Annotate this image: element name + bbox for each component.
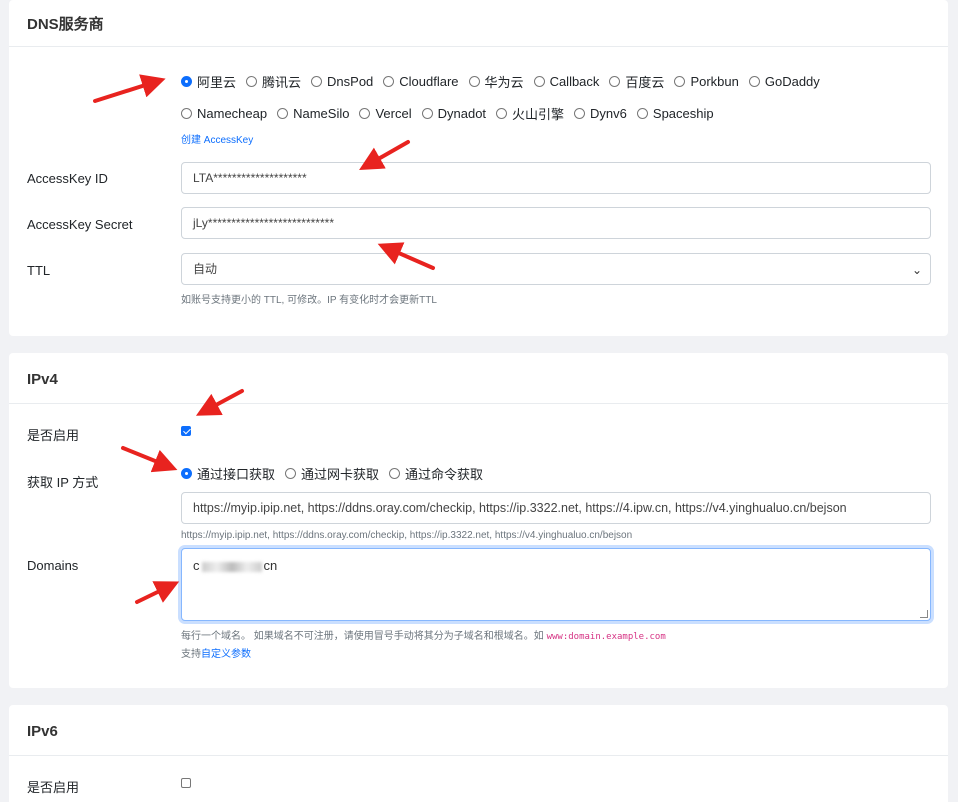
domains-help-text: 每行一个域名。 如果域名不可注册，请使用冒号手动将其分为子域名和根域名。如: [181, 631, 544, 642]
provider-label: 腾讯云: [262, 74, 302, 90]
radio-button[interactable]: [609, 75, 621, 87]
accesskey-id-input[interactable]: LTA********************: [181, 162, 931, 194]
provider-option[interactable]: Spaceship: [636, 105, 714, 121]
provider-option[interactable]: 火山引擎: [496, 104, 564, 123]
radio-button[interactable]: [285, 467, 297, 479]
domains-help-code: www:domain.example.com: [546, 632, 666, 642]
provider-label: GoDaddy: [764, 73, 820, 89]
domains-text-suffix: cn: [263, 558, 278, 573]
ipv4-method-label: 通过命令获取: [405, 466, 484, 482]
provider-option[interactable]: Dynv6: [574, 106, 627, 121]
radio-button[interactable]: [674, 75, 686, 87]
radio-button[interactable]: [421, 107, 433, 119]
radio-button[interactable]: [311, 75, 323, 87]
ttl-help: 如账号支持更小的 TTL, 可修改。IP 有变化时才会更新TTL: [181, 295, 437, 306]
provider-label: Vercel: [375, 105, 412, 121]
provider-radio-group: 阿里云 腾讯云 DnsPod Cloudflare 华为云 Callback 百度云 Pork…: [181, 71, 931, 148]
provider-row-2: Namecheap NameSilo Vercel Dynadot 火山引擎 Dynv6 S…: [181, 103, 931, 123]
radio-button[interactable]: [636, 107, 648, 119]
radio-button[interactable]: [574, 107, 586, 119]
provider-label: 华为云: [484, 74, 524, 90]
chevron-down-icon: ⌄: [911, 263, 922, 277]
radio-button[interactable]: [359, 107, 371, 119]
ipv4-card-title: IPv4: [9, 353, 948, 404]
domains-label: Domains: [27, 558, 79, 573]
radio-button[interactable]: [389, 467, 401, 479]
provider-option[interactable]: Namecheap: [181, 106, 267, 121]
ipv6-enabled-label: 是否启用: [27, 780, 80, 795]
provider-label: DnsPod: [327, 73, 374, 89]
radio-button[interactable]: [468, 75, 480, 87]
custom-params-line: 支持自定义参数: [181, 645, 931, 660]
provider-option[interactable]: NameSilo: [277, 106, 349, 121]
provider-label: Cloudflare: [399, 73, 459, 89]
provider-label: 百度云: [625, 74, 665, 90]
provider-label: 火山引擎: [512, 106, 565, 122]
provider-option[interactable]: Porkbun: [674, 73, 739, 89]
custom-params-prefix: 支持: [181, 649, 201, 660]
provider-label: Spaceship: [652, 105, 714, 121]
provider-label: Dynadot: [437, 105, 487, 121]
ipv6-card-title: IPv6: [9, 705, 948, 756]
ipv6-enabled-checkbox[interactable]: [181, 778, 191, 788]
radio-button[interactable]: [181, 75, 192, 87]
radio-button[interactable]: [181, 467, 192, 479]
ipv4-method-label: 通过接口获取: [197, 466, 276, 482]
radio-button[interactable]: [748, 75, 760, 87]
ipv4-method-label: 通过网卡获取: [301, 466, 380, 482]
provider-option[interactable]: 腾讯云: [246, 72, 301, 91]
provider-option[interactable]: Callback: [533, 73, 600, 89]
domains-help: 每行一个域名。 如果域名不可注册，请使用冒号手动将其分为子域名和根域名。如 ww…: [181, 627, 931, 642]
provider-label: 阿里云: [197, 74, 237, 90]
accesskey-id-label: AccessKey ID: [27, 171, 108, 186]
ipv6-card: IPv6 是否启用: [9, 705, 948, 802]
provider-row-1: 阿里云 腾讯云 DnsPod Cloudflare 华为云 Callback 百度云 Pork…: [181, 71, 931, 91]
ttl-label: TTL: [27, 263, 51, 278]
domains-text-prefix: c: [193, 558, 200, 573]
create-accesskey-link[interactable]: 创建 AccessKey: [181, 135, 253, 146]
ipv4-method-option[interactable]: 通过命令获取: [389, 464, 483, 483]
dns-card: DNS服务商 阿里云 腾讯云 DnsPod Cloudflare 华为云 Callback…: [9, 0, 948, 336]
provider-option[interactable]: 阿里云: [181, 72, 236, 91]
ipv4-enabled-checkbox[interactable]: [181, 426, 191, 436]
provider-option[interactable]: Vercel: [359, 105, 412, 121]
provider-option[interactable]: GoDaddy: [748, 73, 820, 89]
provider-option[interactable]: DnsPod: [311, 74, 373, 89]
provider-label: Dynv6: [590, 105, 627, 121]
ipv4-url-help: https://myip.ipip.net, https://ddns.oray…: [181, 530, 633, 541]
custom-params-link[interactable]: 自定义参数: [201, 649, 251, 660]
provider-label: Porkbun: [690, 73, 739, 89]
ttl-select[interactable]: 自动 ⌄: [181, 253, 931, 285]
ipv4-card: IPv4 是否启用 获取 IP 方式 通过接口获取 通过网卡获取 通过命令获取 ht…: [9, 353, 948, 688]
resize-grip-icon[interactable]: [920, 610, 928, 618]
radio-button[interactable]: [533, 75, 545, 87]
ttl-select-value: 自动: [193, 262, 218, 276]
provider-option[interactable]: 百度云: [609, 72, 664, 91]
accesskey-secret-label: AccessKey Secret: [27, 217, 133, 232]
domains-textarea[interactable]: c cn: [181, 548, 931, 621]
accesskey-secret-input[interactable]: jLy***************************: [181, 207, 931, 239]
provider-option[interactable]: 华为云: [468, 72, 524, 91]
ipv4-url-input[interactable]: https://myip.ipip.net, https://ddns.oray…: [181, 492, 931, 524]
radio-button[interactable]: [496, 107, 508, 119]
redacted-domain: [201, 561, 262, 572]
radio-button[interactable]: [277, 107, 289, 119]
provider-option[interactable]: Dynadot: [421, 105, 487, 121]
provider-label: NameSilo: [293, 105, 350, 121]
dns-card-title: DNS服务商: [9, 0, 948, 47]
provider-label: Callback: [549, 73, 600, 89]
provider-option[interactable]: Cloudflare: [383, 73, 459, 89]
ipv4-method-radio-group: 通过接口获取 通过网卡获取 通过命令获取: [181, 463, 931, 483]
radio-button[interactable]: [383, 75, 395, 87]
ipv4-enabled-label: 是否启用: [27, 428, 80, 443]
radio-button[interactable]: [181, 107, 192, 119]
provider-label: Namecheap: [197, 105, 268, 121]
ipv4-method-option[interactable]: 通过接口获取: [181, 464, 275, 483]
radio-button[interactable]: [246, 75, 258, 87]
ipv4-method-label: 获取 IP 方式: [27, 475, 99, 490]
ipv4-method-option[interactable]: 通过网卡获取: [285, 464, 379, 483]
